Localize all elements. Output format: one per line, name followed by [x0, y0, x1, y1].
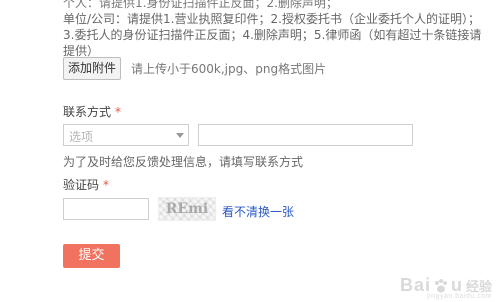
required-mark: * — [103, 178, 110, 192]
contact-input[interactable] — [198, 124, 413, 146]
watermark-url: jingyan.baidu.com — [427, 293, 492, 300]
submit-button[interactable]: 提交 — [63, 244, 120, 268]
contact-type-select-value: 选项 — [69, 130, 94, 144]
captcha-image[interactable]: REmi — [158, 197, 216, 221]
contact-hint: 为了及时给您反馈处理信息，请填写联系方式 — [63, 155, 304, 169]
chevron-down-icon — [176, 133, 184, 138]
instructions-text: 个人：请提供1.身份证扫描件正反面；2.删除声明； 单位/公司：请提供1.营业执… — [63, 0, 483, 59]
cant-see-link[interactable]: 看不清 — [222, 203, 258, 220]
add-attachment-button[interactable]: 添加附件 — [63, 57, 122, 80]
upload-hint: 请上传小于600k,jpg、png格式图片 — [131, 62, 327, 76]
instructions-line-2: 3.委托人的身份证扫描件正反面；4.删除声明；5.律师函（如有超过十条链接请 — [63, 28, 482, 42]
captcha-label: 验证码 * — [63, 176, 109, 193]
contact-label: 联系方式 * — [63, 103, 121, 120]
contact-label-text: 联系方式 — [63, 105, 112, 119]
captcha-label-text: 验证码 — [63, 178, 100, 192]
required-mark: * — [115, 105, 122, 119]
instructions-line-0: 个人：请提供1.身份证扫描件正反面；2.删除声明； — [63, 0, 338, 10]
captcha-input[interactable] — [63, 198, 149, 220]
paw-icon — [434, 278, 447, 292]
change-captcha-link[interactable]: 换一张 — [258, 203, 294, 220]
upload-row: 添加附件 请上传小于600k,jpg、png格式图片 — [63, 57, 326, 80]
baidu-jingyan-watermark: Bai u 经验 jingyan.baidu.com — [400, 275, 492, 300]
instructions-line-1: 单位/公司：请提供1.营业执照复印件；2.授权委托书（企业委托个人的证明）； — [63, 12, 480, 26]
contact-type-select[interactable]: 选项 — [63, 124, 189, 146]
